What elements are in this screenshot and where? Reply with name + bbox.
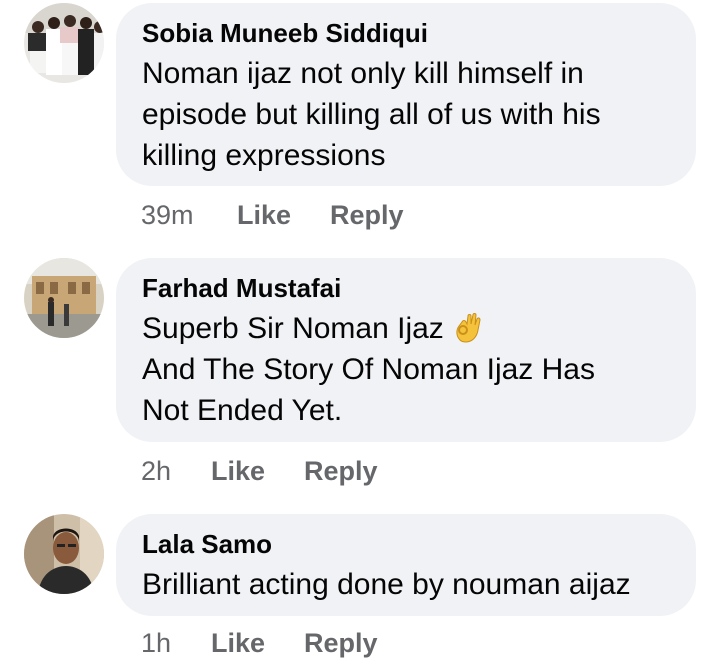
comment-text: Noman ijaz not only kill himself in epis… [142,53,670,176]
comment-text-line: Superb Sir Noman Ijaz [142,308,670,349]
comment-text-line: Noman ijaz not only kill himself in [142,57,584,90]
comment-text-line: And The Story Of Noman Ijaz Has [142,353,595,386]
like-button[interactable]: Like [211,628,265,659]
comment-bubble: Lala Samo Brilliant acting done by nouma… [116,514,696,616]
person-photo-avatar-icon [24,514,104,594]
comment-text: Brilliant acting done by nouman aijaz [142,564,670,605]
comment-author[interactable]: Lala Samo [142,528,670,560]
comment-author[interactable]: Farhad Mustafai [142,272,670,304]
group-photo-avatar-icon [24,3,104,83]
reply-button[interactable]: Reply [304,628,378,659]
avatar[interactable] [24,514,104,594]
comment-text-line: Brilliant acting done by nouman aijaz [142,568,631,601]
comment-text-segment: Superb Sir Noman Ijaz [142,312,444,345]
ok-hand-emoji-icon [450,310,484,344]
reply-button[interactable]: Reply [304,456,378,487]
like-button[interactable]: Like [237,200,291,231]
comment-author[interactable]: Sobia Muneeb Siddiqui [142,17,670,49]
comment-timestamp[interactable]: 39m [141,200,194,231]
comment-text: Superb Sir Noman Ijaz And The Story Of N… [142,308,670,431]
comment-timestamp[interactable]: 1h [141,628,171,659]
like-button[interactable]: Like [211,456,265,487]
comment-bubble: Sobia Muneeb Siddiqui Noman ijaz not onl… [116,3,696,186]
comment-timestamp[interactable]: 2h [141,456,171,487]
avatar[interactable] [24,258,104,338]
comment-bubble: Farhad Mustafai Superb Sir Noman Ijaz An… [116,258,696,442]
comment-text-line: killing expressions [142,139,386,172]
comment-text-line: Not Ended Yet. [142,394,343,427]
building-photo-avatar-icon [24,258,104,338]
avatar[interactable] [24,3,104,83]
comment-text-line: episode but killing all of us with his [142,98,601,131]
reply-button[interactable]: Reply [330,200,404,231]
